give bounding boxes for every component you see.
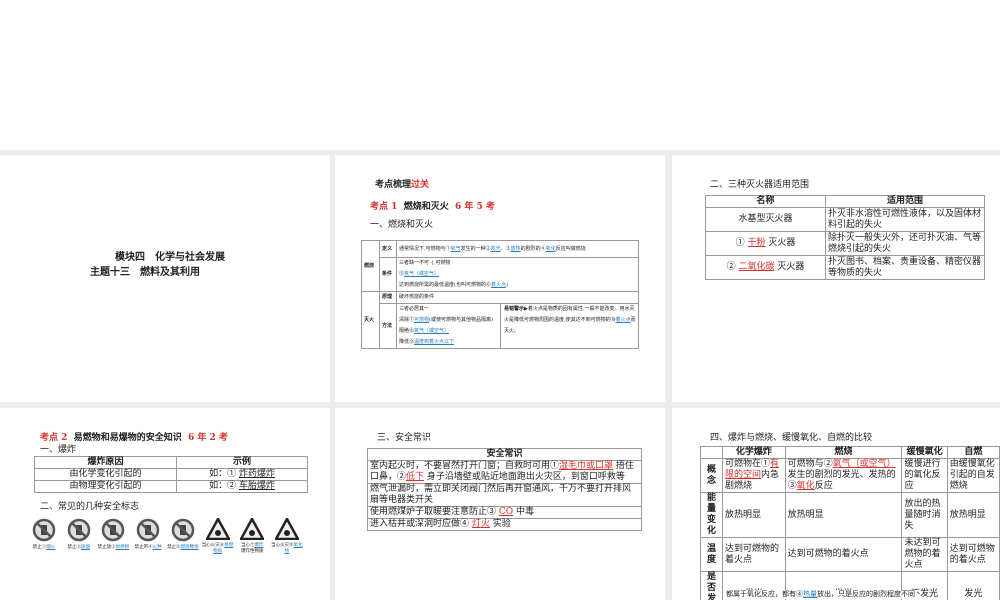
safety-sign: 禁止①烟火: [28, 518, 60, 568]
section-title: 三、安全常识: [377, 433, 432, 443]
safety-sign: 当心火灾⑧氧化物: [271, 516, 303, 568]
extinguisher-table: 名称 适用范围 水基型灭火器 扑灭非水溶性可燃性液体，以及固体材料引起的失火 ① 干…: [705, 195, 985, 280]
kaodian-title: 考点 1 燃烧和灭火 6 年 5 考: [370, 202, 495, 212]
section-title-2: 二、常见的几种安全标志: [40, 502, 140, 512]
safety-sign: 禁止⑤燃放鞭炮: [167, 518, 199, 568]
slide-3[interactable]: 二、三种灭火器适用范围 名称 适用范围 水基型灭火器 扑灭非水溶性可燃性液体，以及固…: [672, 155, 1000, 402]
note: 都属于氧化反应，都有④热量放出，只是反应的剧烈程度不同: [724, 590, 917, 599]
section-title: 一、燃烧和灭火: [370, 220, 434, 230]
safety-sign: 禁止放③易燃物: [97, 518, 129, 568]
topic-title: 主题十三 燃料及其利用: [90, 267, 200, 278]
slide-5[interactable]: 三、安全常识 安全常识 室内起火时，不要冒然打开门窗；自救时可用①湿毛巾或口罩 …: [335, 408, 665, 600]
section-title: 四、爆炸与燃烧、缓慢氧化、自燃的比较: [710, 433, 873, 443]
section-title: 二、三种灭火器适用范围: [710, 180, 810, 190]
safety-sign: 当心火灾⑥易燃物质: [202, 516, 234, 568]
module-title: 模块四 化学与社会发展: [115, 252, 225, 263]
slide-4[interactable]: 考点 2 易燃物和易爆物的安全知识 6 年 2 考 一、爆炸 爆炸原因 示例 由化…: [0, 408, 330, 600]
slide-1[interactable]: 模块四 化学与社会发展 主题十三 燃料及其利用: [0, 155, 330, 402]
combustion-table: 燃烧 定义 通常情况下,可燃物与①氧气发生的一种②发光、③放热的剧烈的④氧化反应叫做…: [361, 240, 639, 349]
safety-table: 安全常识 室内起火时，不要冒然打开门窗；自救时可用①湿毛巾或口罩 捂住口鼻，②低…: [367, 448, 642, 531]
section-title: 一、爆炸: [40, 445, 77, 455]
heading: 考点梳理过关: [375, 180, 430, 190]
slide-6[interactable]: 四、爆炸与燃烧、缓慢氧化、自燃的比较 化学爆炸 燃烧 缓慢氧化 自燃 概念 可燃物在①有…: [672, 408, 1000, 600]
safety-sign: 当心⑦爆炸 爆炸性物质: [236, 516, 268, 568]
comparison-table: 化学爆炸 燃烧 缓慢氧化 自燃 概念 可燃物在①有限的空间内急剧燃烧 可燃物与②氧气（或空…: [700, 446, 1000, 600]
explosion-table: 爆炸原因 示例 由化学变化引起的 如：① 炸药爆炸 由物理变化引起的 如：② 车胎爆炸: [33, 456, 308, 493]
top-area: [0, 0, 1000, 150]
safety-signs: 禁止①烟火 禁止②吸烟 禁止放③易燃物 禁止带④火种 禁止⑤燃放鞭炮 当心火灾⑥易燃物质当…: [28, 516, 303, 568]
safety-sign: 禁止带④火种: [132, 518, 164, 568]
slide-2[interactable]: 考点梳理过关 考点 1 燃烧和灭火 6 年 5 考 一、燃烧和灭火 燃烧 定义 通常…: [335, 155, 665, 402]
slide-sorter-grid: 模块四 化学与社会发展 主题十三 燃料及其利用 考点梳理过关 考点 1 燃烧和灭…: [0, 150, 1000, 600]
safety-sign: 禁止②吸烟: [63, 518, 95, 568]
